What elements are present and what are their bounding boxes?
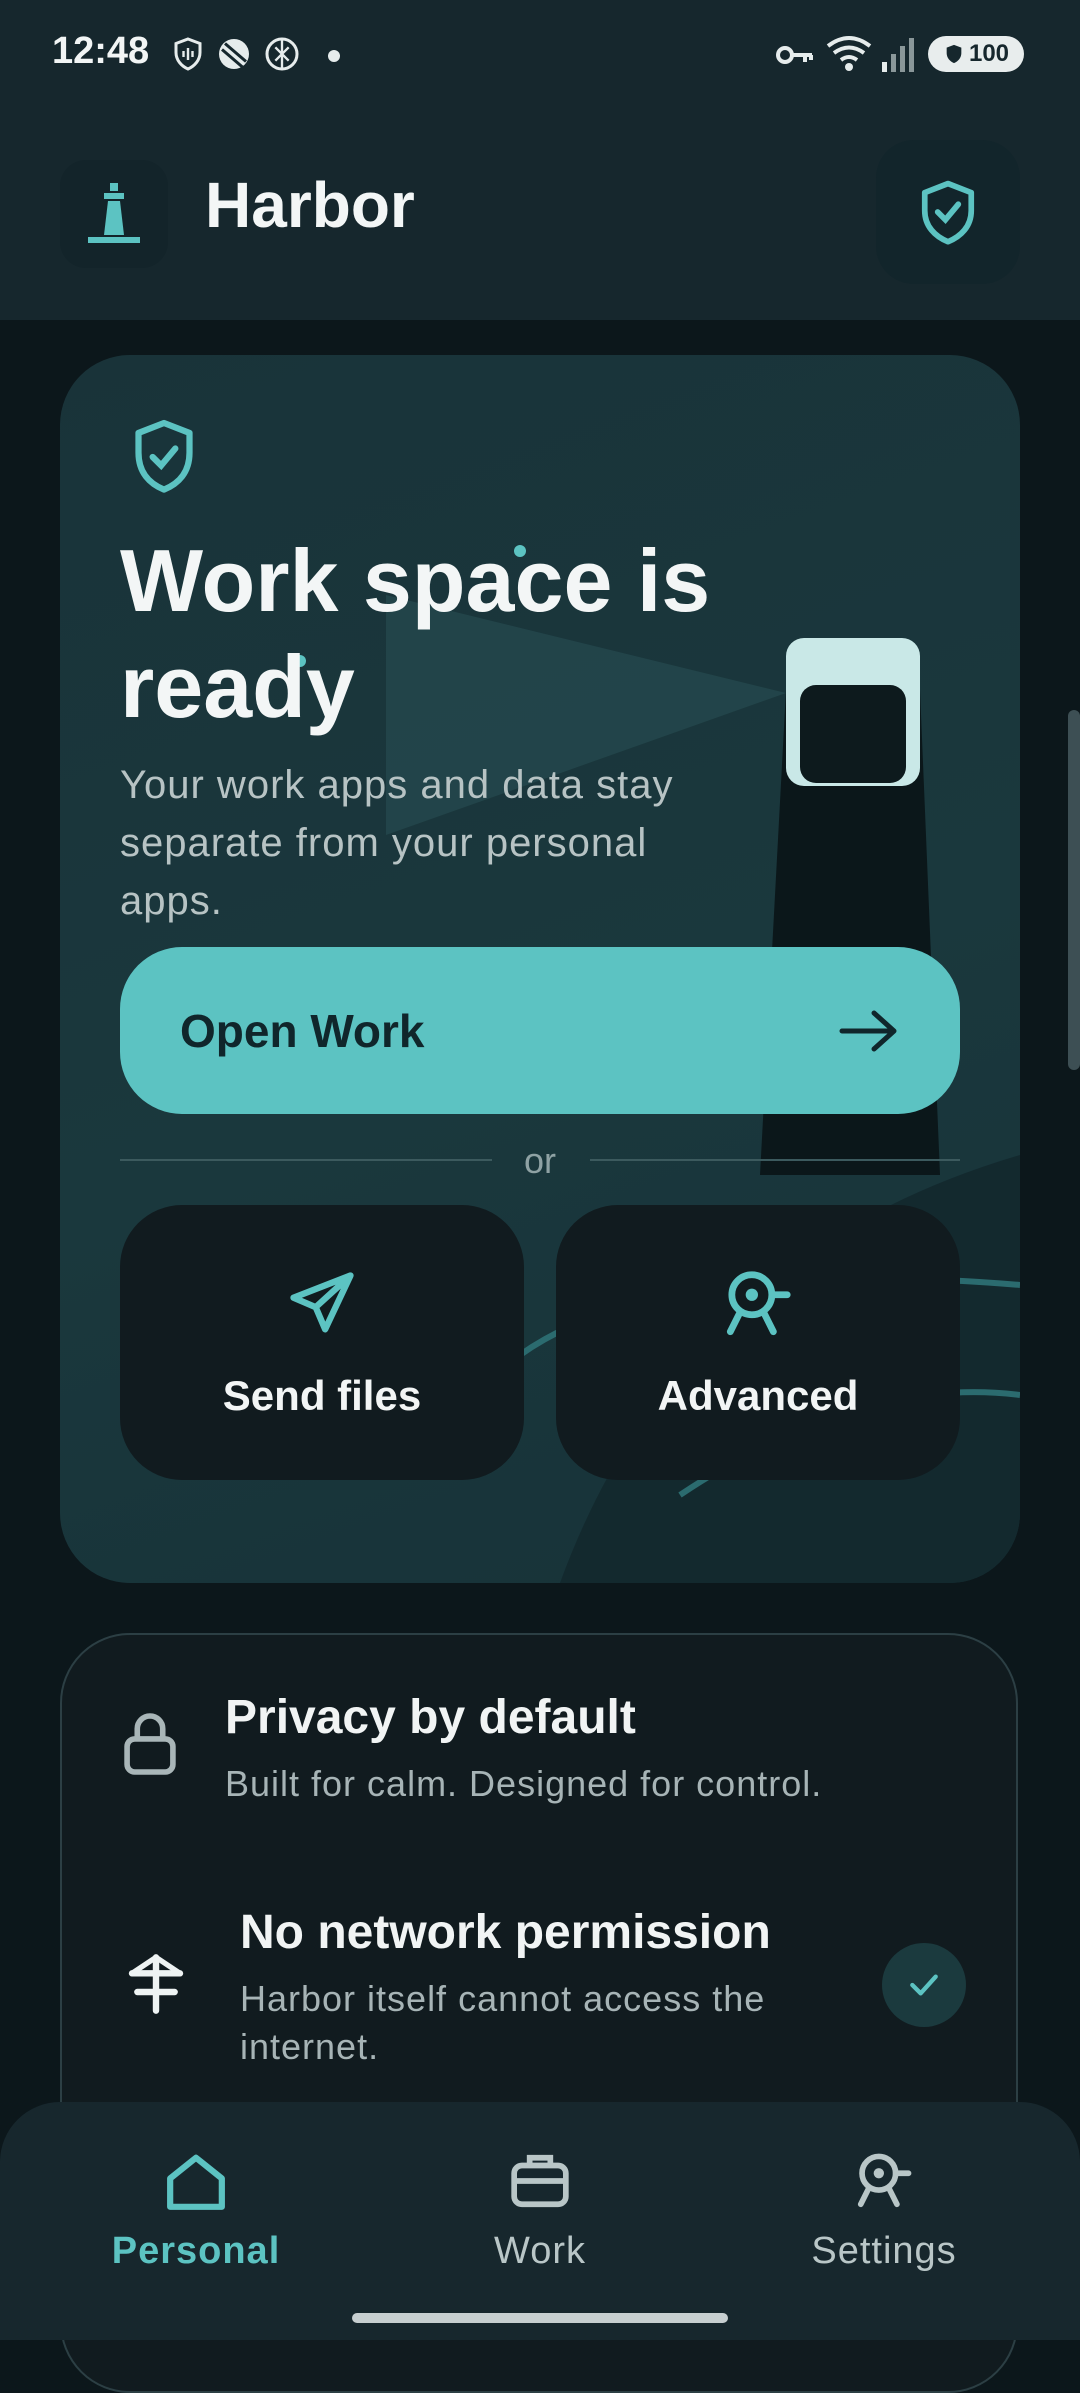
network-check-badge: [882, 1943, 966, 2027]
notification-dot-icon: [328, 50, 340, 62]
divider-right: [590, 1159, 960, 1161]
nav-work-label: Work: [494, 2230, 586, 2272]
settings-icon: [857, 2153, 912, 2208]
advanced-label: Advanced: [657, 1371, 859, 1419]
send-files-button[interactable]: Send files: [120, 1205, 524, 1480]
battery-indicator: 100: [928, 36, 1024, 72]
send-icon: [290, 1271, 354, 1332]
open-work-label: Open Work: [180, 1004, 425, 1057]
lock-icon: [124, 1713, 176, 1775]
privacy-item-description: Built for calm. Designed for control.: [225, 1763, 823, 1804]
home-indicator[interactable]: [352, 2313, 728, 2323]
security-status-button[interactable]: [876, 140, 1020, 284]
status-bar: [0, 0, 1080, 110]
status-time: 12:48: [52, 30, 150, 72]
divider-label: or: [523, 1140, 556, 1181]
lighthouse-icon: [88, 183, 140, 243]
advanced-button[interactable]: Advanced: [556, 1205, 960, 1480]
nav-personal-label: Personal: [111, 2230, 281, 2272]
hero-shield-icon: [135, 419, 193, 493]
hero-title: Work space is ready: [120, 531, 711, 736]
check-icon: [910, 1974, 938, 1996]
briefcase-icon: [511, 2154, 569, 2208]
network-item-title: No network permission: [240, 1906, 771, 1959]
nav-work[interactable]: Work: [420, 2150, 660, 2273]
app-status-icon: [219, 39, 249, 69]
scrollbar[interactable]: [1068, 710, 1080, 1070]
home-icon: [167, 2154, 225, 2210]
divider-left: [120, 1159, 492, 1161]
shield-check-icon: [921, 180, 975, 245]
no-network-icon: [128, 1954, 184, 2014]
arrow-right-icon: [839, 1010, 897, 1051]
privacy-item-title: Privacy by default: [225, 1691, 636, 1744]
send-files-label: Send files: [222, 1371, 422, 1419]
vpn-shield-icon: [174, 37, 202, 71]
battery-level: 100: [968, 40, 1010, 67]
ai-app-icon: [265, 37, 299, 71]
advanced-icon: [726, 1270, 791, 1335]
nav-personal[interactable]: Personal: [76, 2150, 316, 2273]
cell-signal-icon: [882, 38, 914, 72]
nav-settings[interactable]: Settings: [764, 2150, 1004, 2273]
battery-shield-icon: [946, 44, 962, 64]
wifi-icon: [826, 36, 872, 71]
nav-settings-label: Settings: [811, 2230, 957, 2272]
network-item-description: Harbor itself cannot access the internet…: [240, 1978, 766, 2067]
app-logo: [60, 160, 168, 268]
open-work-button[interactable]: Open Work: [120, 947, 960, 1114]
hero-subtitle: Your work apps and data stay separate fr…: [120, 763, 674, 923]
app-title: Harbor: [205, 169, 415, 241]
key-icon: [776, 46, 813, 64]
